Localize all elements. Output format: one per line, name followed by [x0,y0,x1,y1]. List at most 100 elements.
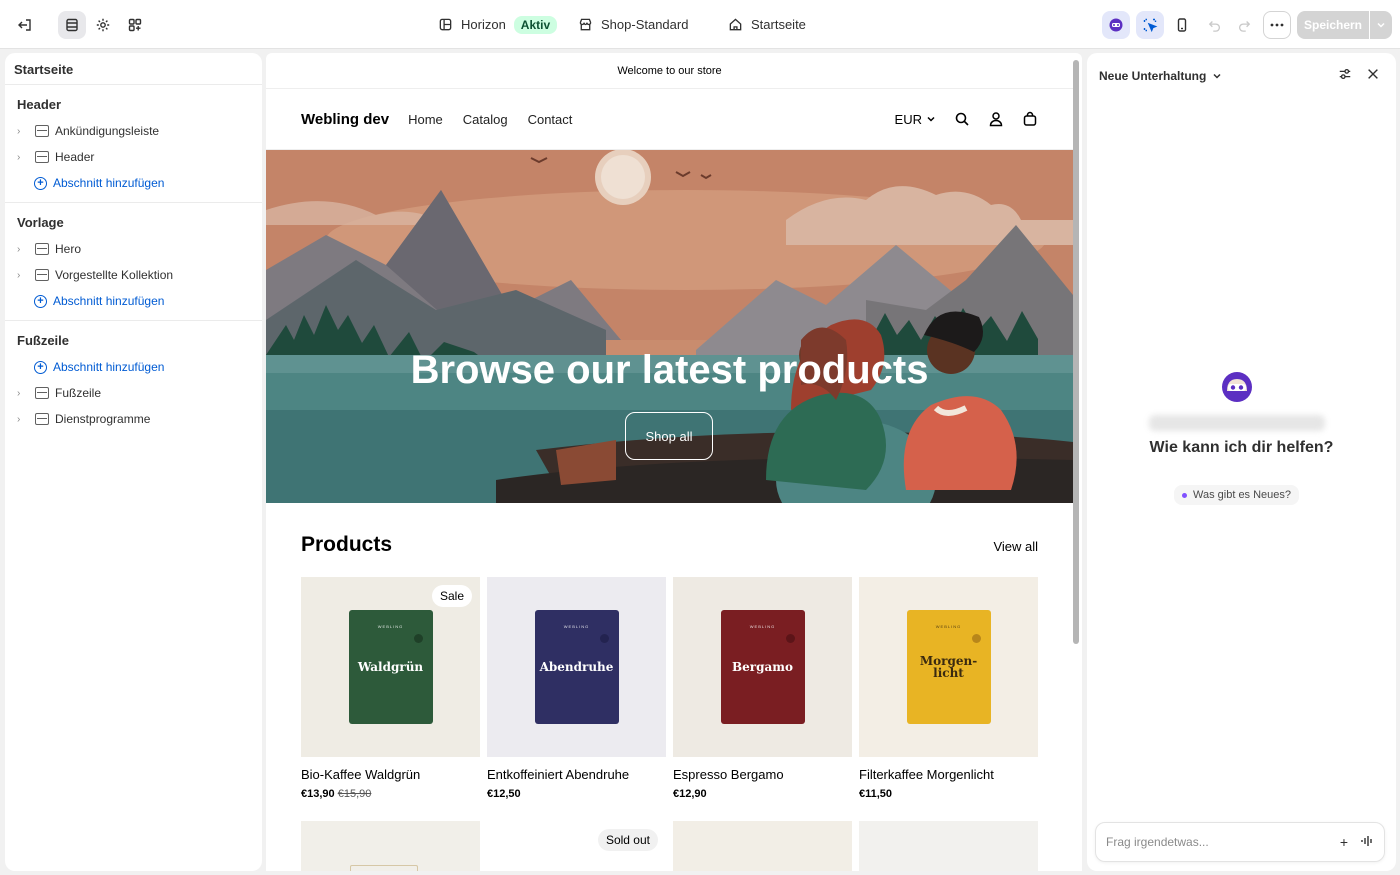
group-title: Fußzeile [17,333,70,348]
conversation-selector[interactable]: Neue Unterhaltung [1099,69,1222,83]
chevron-down-icon [1377,22,1385,28]
apps-icon[interactable] [121,11,149,39]
chevron-right-icon[interactable]: › [17,126,31,137]
sidekick-icon[interactable] [1102,11,1130,39]
product-image[interactable]: WEBLING Bergamo [673,577,852,757]
section-icon [35,269,49,281]
chevron-right-icon[interactable]: › [17,270,31,281]
coffee-bag: WEBLING Abendruhe [534,610,619,724]
exit-icon[interactable] [11,11,39,39]
product-card[interactable]: WEBLING Abendruhe Entkoffeiniert Abendru… [487,577,666,800]
product-price: €11,50 [859,788,893,800]
history-controls [1200,11,1258,39]
add-section-label: Abschnitt hinzufügen [53,294,165,308]
preview-scrollbar[interactable] [1073,60,1079,644]
product-image[interactable]: WEBLING Waldgrün Sale [301,577,480,757]
nav-link-home[interactable]: Home [408,112,443,127]
product-card[interactable]: WEBLING Morgen-licht Filterkaffee Morgen… [859,577,1038,800]
theme-name: Horizon [461,17,506,32]
group-title: Header [17,97,62,112]
view-all-link[interactable]: View all [993,539,1038,554]
section-item-announcement-bar[interactable]: › Ankündigungsleiste [5,118,262,144]
nav-link-contact[interactable]: Contact [528,112,573,127]
add-section-button[interactable]: + Abschnitt hinzufügen [5,354,262,380]
product-image[interactable]: WEBLING Abendruhe [487,577,666,757]
suggestion-chip[interactable]: Was gibt es Neues? [1174,485,1300,505]
product-card[interactable]: WEBLING Bergamo Espresso Bergamo €12,90 [673,577,852,800]
products-header: Products View all [301,533,1038,557]
add-section-label: Abschnitt hinzufügen [53,360,165,374]
search-icon[interactable] [954,111,970,127]
hero-banner[interactable]: Browse our latest products Shop all [266,150,1073,503]
section-item-utilities[interactable]: › Dienstprogramme [5,406,262,432]
editor-toolbar: Horizon Aktiv Shop-Standard Startseite S… [0,0,1400,49]
cart-icon[interactable] [1022,111,1038,127]
section-icon [35,413,49,425]
product-card[interactable] [301,821,480,871]
add-section-button[interactable]: + Abschnitt hinzufügen [5,170,262,196]
store-context-label: Shop-Standard [601,17,689,32]
layout-icon [439,18,452,31]
currency-selector[interactable]: EUR [895,112,936,127]
chevron-right-icon[interactable]: › [17,414,31,425]
add-section-label: Abschnitt hinzufügen [53,176,165,190]
product-card[interactable] [673,821,852,871]
sidekick-avatar-icon [1222,372,1252,402]
settings-sliders-icon[interactable] [1338,67,1352,81]
product-card[interactable] [859,821,1038,871]
store-header[interactable]: Webling dev Home Catalog Contact EUR [266,89,1073,150]
header-actions: EUR [895,111,1038,127]
page-selector[interactable]: Startseite [728,0,806,49]
product-name[interactable]: Entkoffeiniert Abendruhe [487,767,666,782]
chevron-right-icon[interactable]: › [17,244,31,255]
add-section-button[interactable]: + Abschnitt hinzufügen [5,288,262,314]
bag-label: Waldgrün [357,660,424,674]
chevron-right-icon[interactable]: › [17,388,31,399]
shop-all-button[interactable]: Shop all [625,412,713,460]
redo-icon[interactable] [1237,18,1251,32]
coffee-bag: WEBLING Bergamo [720,610,805,724]
sold-out-badge: Sold out [597,829,658,851]
panel-title: Startseite [5,53,262,85]
section-item-featured-collection[interactable]: › Vorgestellte Kollektion [5,262,262,288]
chevron-right-icon[interactable]: › [17,152,31,163]
input-actions: + [1340,834,1374,850]
store-context-selector[interactable]: Shop-Standard [578,0,688,49]
voice-icon[interactable] [1360,834,1374,848]
section-label: Dienstprogramme [55,412,151,426]
section-item-footer[interactable]: › Fußzeile [5,380,262,406]
section-label: Ankündigungsleiste [55,124,160,138]
section-group-footer: Fußzeile + Abschnitt hinzufügen › Fußzei… [5,321,262,438]
section-item-header[interactable]: › Header [5,144,262,170]
more-options-button[interactable] [1263,11,1291,39]
chat-input-placeholder: Frag irgendetwas... [1106,835,1209,849]
mobile-preview-icon[interactable] [1168,11,1196,39]
chat-input[interactable]: Frag irgendetwas... + [1095,822,1385,862]
announcement-bar[interactable]: Welcome to our store [266,53,1073,89]
sections-icon[interactable] [58,11,86,39]
account-icon[interactable] [988,111,1004,127]
section-item-hero[interactable]: › Hero [5,236,262,262]
sections-panel: Startseite Header › Ankündigungsleiste ›… [5,53,262,871]
bag-label: Abendruhe [539,660,614,674]
plus-circle-icon: + [34,176,47,190]
gear-icon[interactable] [89,11,117,39]
product-name[interactable]: Filterkaffee Morgenlicht [859,767,1038,782]
save-button[interactable]: Speichern [1297,11,1369,39]
product-card[interactable]: Sold out [487,821,666,871]
product-image[interactable]: WEBLING Morgen-licht [859,577,1038,757]
save-options-button[interactable] [1370,11,1392,39]
product-price: €13,90 €15,90 [301,788,480,800]
nav-link-catalog[interactable]: Catalog [463,112,508,127]
sale-badge: Sale [431,585,472,607]
undo-icon[interactable] [1208,18,1222,32]
products-title: Products [301,533,393,556]
store-logo[interactable]: Webling dev [301,111,389,128]
product-name[interactable]: Bio-Kaffee Waldgrün [301,767,480,782]
theme-selector[interactable]: Horizon Aktiv [438,0,558,49]
product-card[interactable]: WEBLING Waldgrün Sale Bio-Kaffee Waldgrü… [301,577,480,800]
close-icon[interactable] [1366,67,1380,81]
product-name[interactable]: Espresso Bergamo [673,767,852,782]
plus-icon[interactable]: + [1340,834,1348,850]
inspector-icon[interactable] [1136,11,1164,39]
